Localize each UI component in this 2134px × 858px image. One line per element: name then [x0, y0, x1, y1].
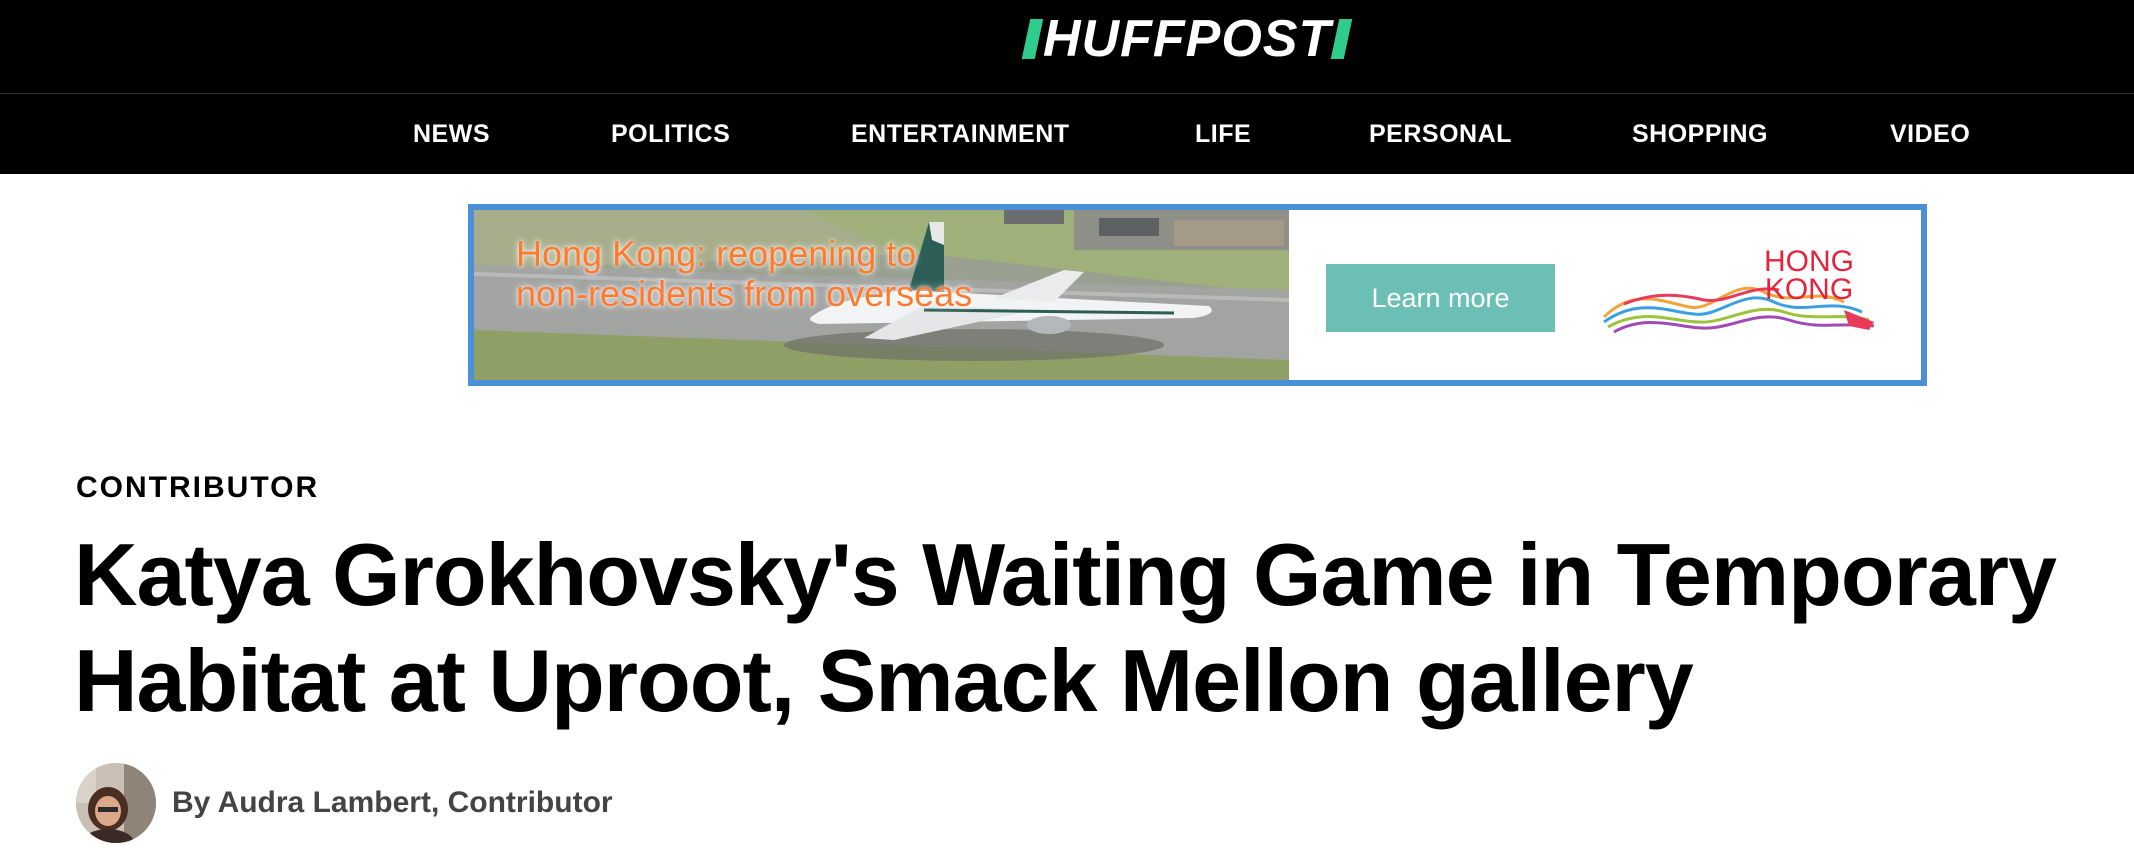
nav-item-video[interactable]: VIDEO — [1890, 94, 1970, 174]
brand-line-1: HONG — [1764, 245, 1854, 278]
article-title: Katya Grokhovsky's Waiting Game in Tempo… — [74, 525, 2057, 730]
nav-item-life[interactable]: LIFE — [1195, 94, 1251, 174]
author-photo — [76, 763, 156, 843]
author-byline: By Audra Lambert, Contributor — [76, 762, 613, 844]
hong-kong-brand-text: HONG KONG — [1764, 245, 1854, 306]
ad-airplane-image: Hong Kong: reopening to non-residents fr… — [474, 210, 1289, 380]
nav-item-personal[interactable]: PERSONAL — [1369, 94, 1512, 174]
logo-accent-bar-right — [1330, 19, 1353, 59]
brand-line-2: KONG — [1764, 273, 1854, 306]
nav-item-shopping[interactable]: SHOPPING — [1632, 94, 1768, 174]
ad-banner[interactable]: Hong Kong: reopening to non-residents fr… — [468, 204, 1927, 386]
main-nav: NEWS POLITICS ENTERTAINMENT LIFE PERSONA… — [0, 94, 2134, 174]
nav-item-politics[interactable]: POLITICS — [611, 94, 730, 174]
article-kicker[interactable]: CONTRIBUTOR — [76, 470, 319, 506]
learn-more-button[interactable]: Learn more — [1326, 264, 1555, 332]
author-avatar[interactable] — [76, 763, 156, 843]
logo-accent-bar-left — [1021, 19, 1044, 59]
huffpost-logo[interactable]: HUFFPOST — [1021, 10, 1353, 68]
nav-item-news[interactable]: NEWS — [413, 94, 490, 174]
nav-item-entertainment[interactable]: ENTERTAINMENT — [851, 94, 1070, 174]
ad-headline: Hong Kong: reopening to non-residents fr… — [516, 233, 973, 314]
logo-text: HUFFPOST — [1043, 10, 1332, 68]
byline-text[interactable]: By Audra Lambert, Contributor — [172, 783, 613, 823]
site-header: HUFFPOST — [0, 0, 2134, 94]
hong-kong-brand-logo: HONG KONG — [1594, 232, 1894, 352]
